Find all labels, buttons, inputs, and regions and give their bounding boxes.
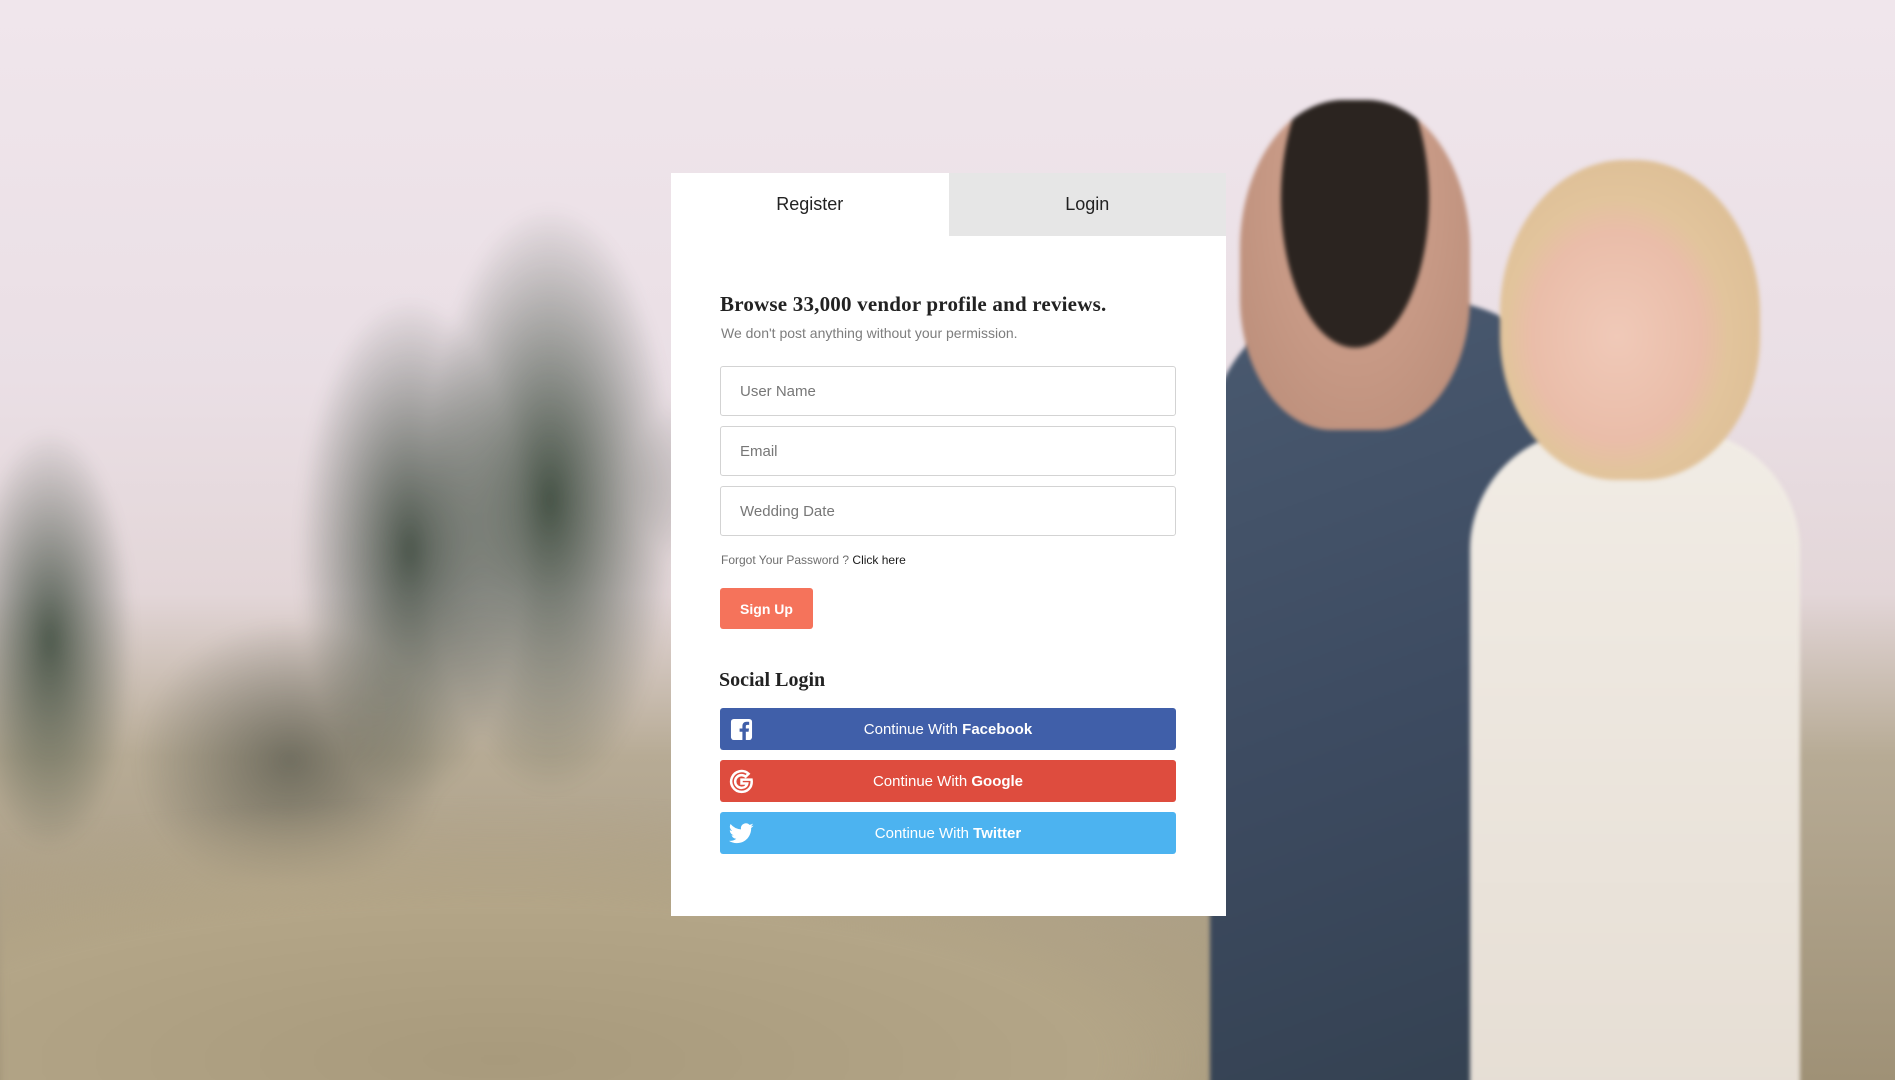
- twitter-login-brand: Twitter: [973, 824, 1022, 842]
- google-login-prefix: Continue With: [872, 772, 968, 790]
- username-input[interactable]: [720, 366, 1176, 416]
- forgot-password: Forgot Your Password ? Click here: [721, 553, 1177, 567]
- google-login-label: Continue With Google: [873, 773, 1023, 790]
- sign-up-button[interactable]: Sign Up: [720, 588, 813, 629]
- google-icon: [729, 769, 754, 794]
- facebook-login-button[interactable]: Continue With Facebook: [720, 708, 1176, 750]
- facebook-icon: [729, 717, 754, 742]
- form-subline: We don't post anything without your perm…: [721, 325, 1018, 341]
- tab-login[interactable]: Login: [948, 173, 1226, 236]
- auth-card: Register Login Browse 33,000 vendor prof…: [671, 173, 1226, 916]
- form-headline: Browse 33,000 vendor profile and reviews…: [720, 292, 1107, 316]
- twitter-login-prefix: Continue With: [874, 824, 969, 842]
- register-form: Browse 33,000 vendor profile and reviews…: [671, 292, 1226, 854]
- facebook-login-brand: Facebook: [962, 720, 1033, 738]
- background-bride-head: [1500, 160, 1760, 480]
- social-login-title: Social Login: [719, 669, 826, 691]
- background-bride: [1470, 430, 1800, 1080]
- google-login-button[interactable]: Continue With Google: [720, 760, 1176, 802]
- twitter-icon: [729, 821, 754, 846]
- wedding-date-input[interactable]: [720, 486, 1176, 536]
- email-input[interactable]: [720, 426, 1176, 476]
- background-groom-head: [1240, 100, 1470, 430]
- tab-register[interactable]: Register: [671, 173, 949, 236]
- forgot-password-text: Forgot Your Password ?: [721, 553, 850, 567]
- facebook-login-label: Continue With Facebook: [864, 721, 1032, 738]
- auth-tabs: Register Login: [671, 173, 1226, 236]
- google-login-brand: Google: [971, 772, 1024, 790]
- twitter-login-button[interactable]: Continue With Twitter: [720, 812, 1176, 854]
- twitter-login-label: Continue With Twitter: [875, 825, 1021, 842]
- forgot-password-link[interactable]: Click here: [852, 553, 905, 567]
- facebook-login-prefix: Continue With: [863, 720, 958, 738]
- page-background: Register Login Browse 33,000 vendor prof…: [0, 0, 1895, 1080]
